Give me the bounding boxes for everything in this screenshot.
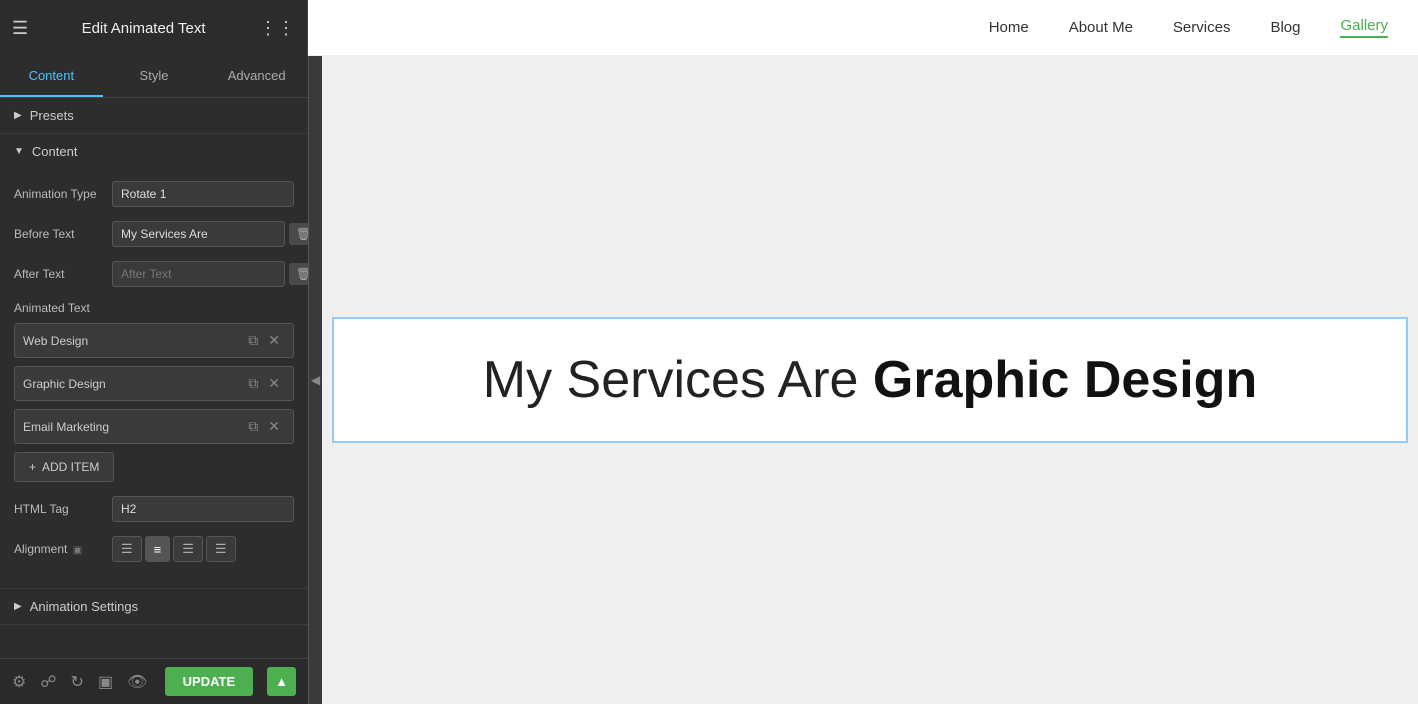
tab-style[interactable]: Style (103, 56, 206, 97)
before-text-clear-button[interactable]: 🗑 (289, 223, 308, 245)
canvas-wrapper: My Services Are Graphic Design (322, 56, 1418, 704)
editor-title: Edit Animated Text (82, 20, 206, 37)
eye-icon[interactable]: 👁 (127, 672, 147, 692)
animation-type-select[interactable]: Rotate 1 Rotate 2 Slide Fade (112, 181, 294, 207)
history-icon[interactable]: ↻ (71, 672, 84, 692)
presets-arrow-icon: ▶ (14, 110, 22, 121)
responsive-icon[interactable]: ▣ (98, 672, 113, 692)
add-item-label: ADD ITEM (42, 460, 99, 474)
animation-settings-section: ▶ Animation Settings (0, 589, 308, 625)
html-tag-label: HTML Tag (14, 502, 104, 516)
animated-word-display: Graphic Design (873, 351, 1257, 409)
animated-items-list: Web Design ⧉ ✕ Graphic Design ⧉ ✕ Email … (14, 323, 294, 444)
tab-content[interactable]: Content (0, 56, 103, 97)
align-right-button[interactable]: ☰ (173, 536, 203, 562)
sidebar-footer: ⚙ ☍ ↻ ▣ 👁 UPDATE ▲ (0, 658, 308, 704)
animated-item: Graphic Design ⧉ ✕ (14, 366, 294, 401)
layers-icon[interactable]: ☍ (40, 672, 56, 692)
nav-bar: Home About Me Services Blog Gallery (308, 0, 1418, 56)
copy-item-button[interactable]: ⧉ (243, 330, 263, 351)
animation-type-label: Animation Type (14, 187, 104, 201)
animated-text-section-label: Animated Text (14, 301, 294, 315)
animated-item-text: Email Marketing (23, 420, 243, 434)
collapse-toggle[interactable]: ◀ (308, 56, 322, 704)
add-item-button[interactable]: + ADD ITEM (14, 452, 114, 482)
animation-settings-label: Animation Settings (30, 599, 138, 614)
content-header[interactable]: ▼ Content (0, 134, 308, 169)
animated-item-text: Web Design (23, 334, 243, 348)
settings-icon[interactable]: ⚙ (12, 672, 26, 692)
monitor-icon: ▣ (73, 545, 82, 556)
plus-icon: + (29, 460, 36, 474)
after-text-row: After Text 🗑 (14, 261, 294, 287)
html-tag-row: HTML Tag H1 H2 H3 H4 p div (14, 496, 294, 522)
expand-button[interactable]: ▲ (267, 667, 296, 696)
content-arrow-icon: ▼ (14, 146, 24, 157)
animated-text-heading: My Services Are Graphic Design (374, 349, 1366, 411)
remove-item-button[interactable]: ✕ (263, 416, 285, 437)
align-justify-button[interactable]: ☰ (206, 536, 236, 562)
after-text-label: After Text (14, 267, 104, 281)
nav-item-home[interactable]: Home (989, 19, 1029, 36)
animated-text-block[interactable]: My Services Are Graphic Design (332, 317, 1408, 443)
after-text-input[interactable] (112, 261, 285, 287)
presets-section: ▶ Presets (0, 98, 308, 134)
alignment-row: Alignment ▣ ☰ ≡ ☰ ☰ (14, 536, 294, 562)
presets-header[interactable]: ▶ Presets (0, 98, 308, 133)
copy-item-button[interactable]: ⧉ (243, 416, 263, 437)
before-text-display: My Services Are (483, 351, 859, 409)
before-text-input[interactable] (112, 221, 285, 247)
nav-item-about-me[interactable]: About Me (1069, 19, 1133, 36)
content-section: ▼ Content Animation Type Rotate 1 Rotate… (0, 134, 308, 589)
after-text-field-wrapper: 🗑 (112, 261, 308, 287)
copy-item-button[interactable]: ⧉ (243, 373, 263, 394)
presets-label: Presets (30, 108, 74, 123)
before-text-field-wrapper: 🗑 (112, 221, 308, 247)
animated-item: Email Marketing ⧉ ✕ (14, 409, 294, 444)
align-left-button[interactable]: ☰ (112, 536, 142, 562)
update-button[interactable]: UPDATE (165, 667, 253, 696)
animated-item: Web Design ⧉ ✕ (14, 323, 294, 358)
main-layout: Content Style Advanced ▶ Presets ▼ Conte… (0, 56, 1418, 704)
after-text-clear-button[interactable]: 🗑 (289, 263, 308, 285)
nav-item-gallery[interactable]: Gallery (1340, 17, 1388, 38)
html-tag-select[interactable]: H1 H2 H3 H4 p div (112, 496, 294, 522)
before-text-label: Before Text (14, 227, 104, 241)
top-bar: ☰ Edit Animated Text ⋮⋮ Home About Me Serv… (0, 0, 1418, 56)
collapse-icon: ◀ (311, 373, 320, 387)
canvas-area: My Services Are Graphic Design (322, 56, 1418, 704)
animated-item-text: Graphic Design (23, 377, 243, 391)
nav-item-services[interactable]: Services (1173, 19, 1231, 36)
align-center-button[interactable]: ≡ (145, 536, 171, 562)
alignment-label: Alignment ▣ (14, 542, 104, 556)
remove-item-button[interactable]: ✕ (263, 330, 285, 351)
alignment-buttons: ☰ ≡ ☰ ☰ (112, 536, 236, 562)
sidebar: Content Style Advanced ▶ Presets ▼ Conte… (0, 56, 308, 704)
remove-item-button[interactable]: ✕ (263, 373, 285, 394)
animation-settings-header[interactable]: ▶ Animation Settings (0, 589, 308, 624)
tab-advanced[interactable]: Advanced (205, 56, 308, 97)
before-text-row: Before Text 🗑 (14, 221, 294, 247)
grid-icon[interactable]: ⋮⋮ (259, 18, 295, 39)
animation-settings-arrow-icon: ▶ (14, 601, 22, 612)
hamburger-icon[interactable]: ☰ (12, 18, 28, 39)
editor-header: ☰ Edit Animated Text ⋮⋮ (0, 0, 308, 56)
sidebar-tabs: Content Style Advanced (0, 56, 308, 98)
content-label: Content (32, 144, 78, 159)
nav-item-blog[interactable]: Blog (1270, 19, 1300, 36)
animation-type-row: Animation Type Rotate 1 Rotate 2 Slide F… (14, 181, 294, 207)
content-body: Animation Type Rotate 1 Rotate 2 Slide F… (0, 169, 308, 588)
